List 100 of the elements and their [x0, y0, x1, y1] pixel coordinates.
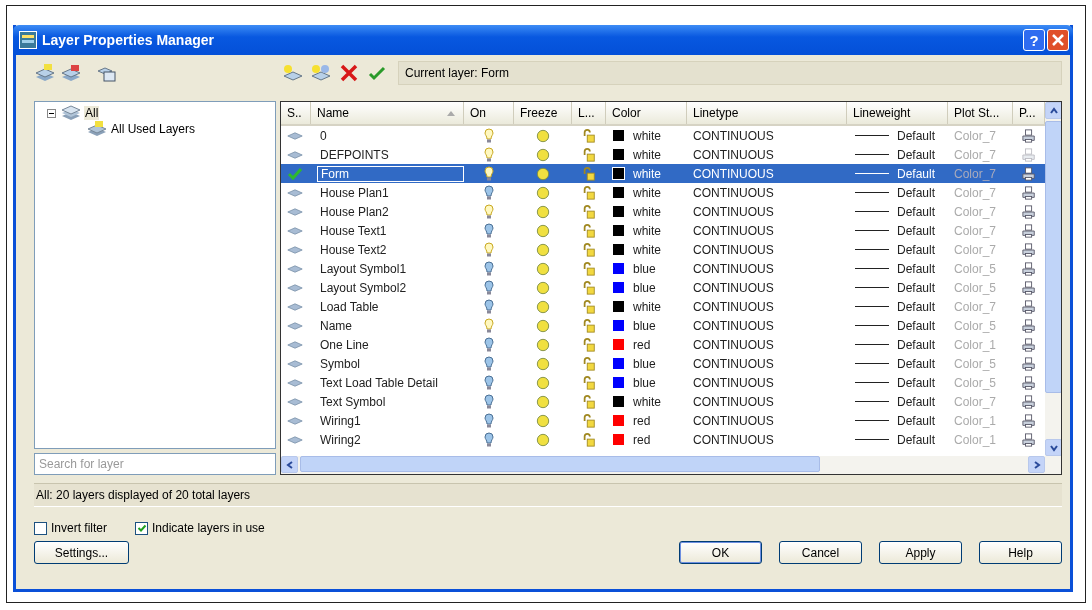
printer-icon[interactable]: [1021, 223, 1037, 238]
printer-icon[interactable]: [1021, 128, 1037, 143]
column-header[interactable]: Color: [606, 102, 687, 124]
printer-icon[interactable]: [1021, 375, 1037, 390]
color-swatch[interactable]: [612, 414, 625, 427]
unlit-bulb-icon[interactable]: [484, 355, 494, 372]
sun-icon[interactable]: [535, 432, 551, 447]
lineweight[interactable]: Default: [897, 223, 936, 238]
lit-bulb-icon[interactable]: [484, 146, 494, 163]
lineweight[interactable]: Default: [897, 394, 936, 409]
linetype[interactable]: CONTINUOUS: [693, 166, 774, 181]
dialog-button[interactable]: Help: [979, 541, 1062, 564]
dialog-button[interactable]: Cancel: [779, 541, 862, 564]
color-swatch[interactable]: [612, 243, 625, 256]
color-swatch[interactable]: [612, 395, 625, 408]
unlocked-icon[interactable]: [581, 242, 597, 257]
color-swatch[interactable]: [612, 300, 625, 313]
linetype[interactable]: CONTINUOUS: [693, 242, 774, 257]
color-swatch[interactable]: [612, 376, 625, 389]
layer-row[interactable]: 0 white CONTINUOUS Default Color_7: [281, 126, 1045, 145]
printer-icon[interactable]: [1021, 280, 1037, 295]
scrollbar-thumb[interactable]: [1045, 121, 1061, 393]
layer-row[interactable]: Name blue CONTINUOUS Default Color_5: [281, 316, 1045, 335]
lineweight[interactable]: Default: [897, 413, 936, 428]
linetype[interactable]: CONTINUOUS: [693, 318, 774, 333]
linetype[interactable]: CONTINUOUS: [693, 413, 774, 428]
unlocked-icon[interactable]: [581, 261, 597, 276]
sun-icon[interactable]: [535, 223, 551, 238]
printer-icon[interactable]: [1021, 337, 1037, 352]
checkbox[interactable]: [135, 521, 148, 535]
color-swatch[interactable]: [612, 129, 625, 142]
unlocked-icon[interactable]: [581, 128, 597, 143]
printer-icon[interactable]: [1021, 261, 1037, 276]
linetype[interactable]: CONTINUOUS: [693, 204, 774, 219]
unlocked-icon[interactable]: [581, 356, 597, 371]
tree-item[interactable]: All: [84, 106, 100, 120]
sun-icon[interactable]: [535, 128, 551, 143]
lit-bulb-icon[interactable]: [484, 165, 494, 182]
layer-row[interactable]: Layout Symbol1 blue CONTINUOUS Default Color_5: [281, 259, 1045, 278]
layer-row[interactable]: House Plan2 white CONTINUOUS Default Color_7: [281, 202, 1045, 221]
unlocked-icon[interactable]: [581, 166, 597, 181]
printer-icon[interactable]: [1021, 356, 1037, 371]
printer-icon[interactable]: [1021, 432, 1037, 447]
sun-icon[interactable]: [535, 375, 551, 390]
layer-row[interactable]: Wiring2 red CONTINUOUS Default Color_1: [281, 430, 1045, 449]
sun-icon[interactable]: [535, 413, 551, 428]
color-swatch[interactable]: [612, 148, 625, 161]
lineweight[interactable]: Default: [897, 356, 936, 371]
new-filter-icon[interactable]: [34, 63, 56, 83]
color-swatch[interactable]: [612, 205, 625, 218]
linetype[interactable]: CONTINUOUS: [693, 280, 774, 295]
linetype[interactable]: CONTINUOUS: [693, 147, 774, 162]
linetype[interactable]: CONTINUOUS: [693, 356, 774, 371]
layer-row[interactable]: Layout Symbol2 blue CONTINUOUS Default Color_5: [281, 278, 1045, 297]
printer-icon[interactable]: [1021, 394, 1037, 409]
search-field[interactable]: Search for layer: [34, 453, 276, 475]
unlocked-icon[interactable]: [581, 299, 597, 314]
layer-row[interactable]: Text Symbol white CONTINUOUS Default Color_7: [281, 392, 1045, 411]
layer-row[interactable]: Wiring1 red CONTINUOUS Default Color_1: [281, 411, 1045, 430]
lit-bulb-icon[interactable]: [484, 127, 494, 144]
unlit-bulb-icon[interactable]: [484, 260, 494, 277]
unlit-bulb-icon[interactable]: [484, 222, 494, 239]
lineweight[interactable]: Default: [897, 185, 936, 200]
unlocked-icon[interactable]: [581, 318, 597, 333]
column-header[interactable]: S..: [281, 102, 311, 124]
column-header[interactable]: Lineweight: [847, 102, 948, 124]
lineweight[interactable]: Default: [897, 299, 936, 314]
printer-icon[interactable]: [1021, 204, 1037, 219]
scroll-left-button[interactable]: [281, 456, 298, 473]
lineweight[interactable]: Default: [897, 147, 936, 162]
linetype[interactable]: CONTINUOUS: [693, 337, 774, 352]
lit-bulb-icon[interactable]: [484, 317, 494, 334]
collapse-icon[interactable]: [47, 108, 56, 118]
printer-icon[interactable]: [1021, 318, 1037, 333]
linetype[interactable]: CONTINUOUS: [693, 223, 774, 238]
linetype[interactable]: CONTINUOUS: [693, 394, 774, 409]
layer-row[interactable]: House Plan1 white CONTINUOUS Default Color_7: [281, 183, 1045, 202]
column-header[interactable]: On: [464, 102, 514, 124]
unlit-bulb-icon[interactable]: [484, 431, 494, 448]
layer-row[interactable]: Text Load Table Detail blue CONTINUOUS Default Color_5: [281, 373, 1045, 392]
column-header[interactable]: Linetype: [687, 102, 847, 124]
tree-item[interactable]: All Used Layers: [110, 122, 197, 136]
sun-icon[interactable]: [535, 280, 551, 295]
layer-row[interactable]: Load Table white CONTINUOUS Default Color_7: [281, 297, 1045, 316]
lineweight[interactable]: Default: [897, 128, 936, 143]
sun-icon[interactable]: [535, 166, 551, 181]
sun-icon[interactable]: [535, 318, 551, 333]
color-swatch[interactable]: [612, 338, 625, 351]
unlit-bulb-icon[interactable]: [484, 298, 494, 315]
lineweight[interactable]: Default: [897, 318, 936, 333]
unlit-bulb-icon[interactable]: [484, 336, 494, 353]
column-header[interactable]: Plot St...: [948, 102, 1013, 124]
new-frozen-layer-icon[interactable]: [310, 63, 332, 83]
color-swatch[interactable]: [612, 262, 625, 275]
color-swatch[interactable]: [612, 224, 625, 237]
linetype[interactable]: CONTINUOUS: [693, 299, 774, 314]
color-swatch[interactable]: [612, 167, 625, 180]
close-button[interactable]: [1047, 29, 1069, 51]
layer-row[interactable]: House Text1 white CONTINUOUS Default Color_7: [281, 221, 1045, 240]
sun-icon[interactable]: [535, 299, 551, 314]
